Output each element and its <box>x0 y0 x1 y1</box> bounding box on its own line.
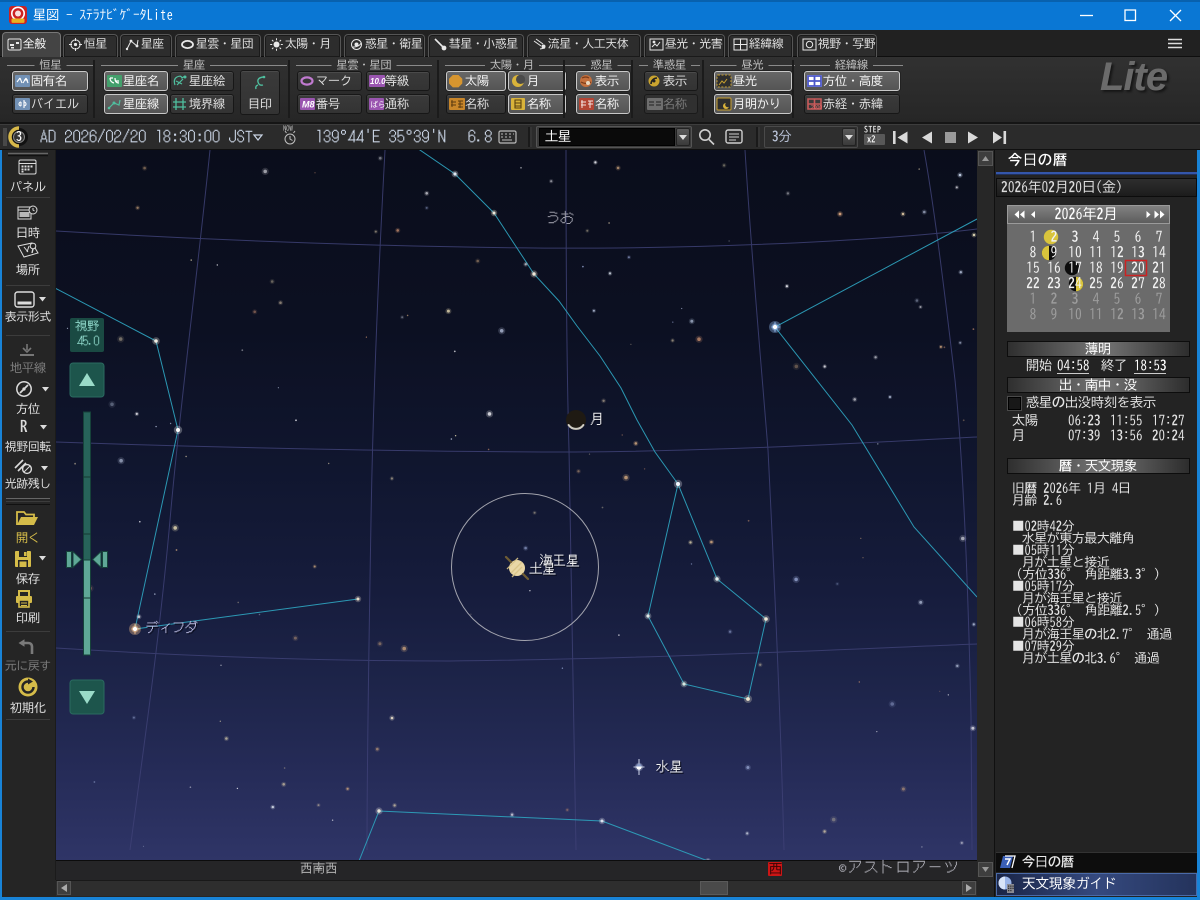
svg-text:10.0: 10.0 <box>370 77 386 86</box>
svg-text:ばら: ばら <box>371 100 386 109</box>
svg-text:2000: 2000 <box>811 105 822 111</box>
svg-text:M8: M8 <box>302 100 315 110</box>
